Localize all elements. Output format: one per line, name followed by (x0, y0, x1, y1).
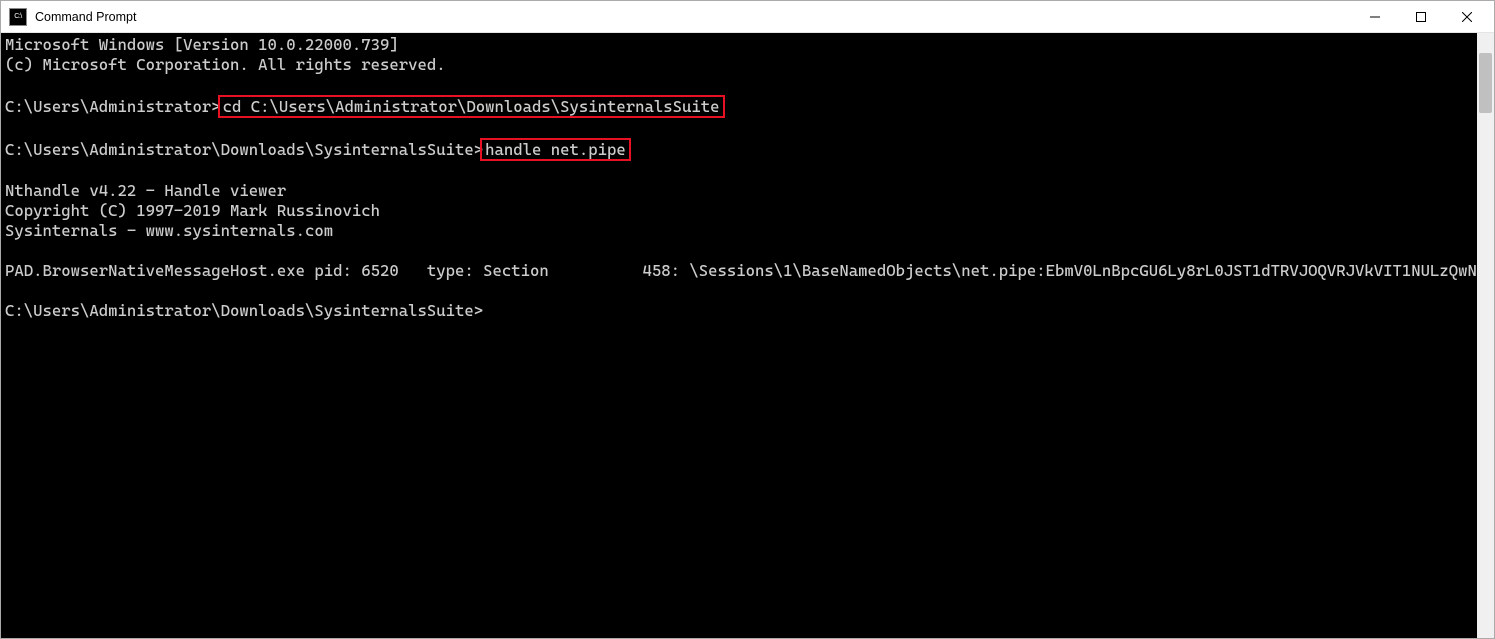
cmd-icon: C:\ (9, 8, 27, 26)
close-button[interactable] (1444, 1, 1490, 33)
maximize-button[interactable] (1398, 1, 1444, 33)
prompt-line: C:\Users\Administrator\Downloads\Sysinte… (5, 138, 1477, 161)
output-line (5, 281, 1477, 301)
prompt-path: C:\Users\Administrator\Downloads\Sysinte… (5, 140, 483, 159)
output-line: (c) Microsoft Corporation. All rights re… (5, 55, 1477, 75)
highlighted-command-handle: handle net.pipe (480, 138, 631, 161)
output-line (5, 118, 1477, 138)
highlighted-command-cd: cd C:\Users\Administrator\Downloads\Sysi… (218, 95, 725, 118)
vertical-scrollbar[interactable] (1477, 33, 1494, 638)
terminal-output[interactable]: Microsoft Windows [Version 10.0.22000.73… (1, 33, 1477, 638)
minimize-button[interactable] (1352, 1, 1398, 33)
scrollbar-thumb[interactable] (1479, 53, 1492, 113)
window-title: Command Prompt (35, 10, 1352, 24)
output-line: Copyright (C) 1997-2019 Mark Russinovich (5, 201, 1477, 221)
output-line (5, 241, 1477, 261)
cmd-icon-glyph: C:\ (14, 13, 21, 20)
prompt-line: C:\Users\Administrator\Downloads\Sysinte… (5, 301, 1477, 321)
window-controls (1352, 1, 1490, 32)
command-prompt-window: C:\ Command Prompt Microsoft Windows [Ve… (0, 0, 1495, 639)
output-line (5, 75, 1477, 95)
maximize-icon (1416, 12, 1426, 22)
titlebar[interactable]: C:\ Command Prompt (1, 1, 1494, 33)
close-icon (1462, 12, 1472, 22)
output-line: Nthandle v4.22 - Handle viewer (5, 181, 1477, 201)
prompt-line: C:\Users\Administrator>cd C:\Users\Admin… (5, 95, 1477, 118)
minimize-icon (1370, 12, 1380, 22)
content-area: Microsoft Windows [Version 10.0.22000.73… (1, 33, 1494, 638)
output-line: Microsoft Windows [Version 10.0.22000.73… (5, 35, 1477, 55)
prompt-path: C:\Users\Administrator> (5, 97, 221, 116)
output-line: PAD.BrowserNativeMessageHost.exe pid: 65… (5, 261, 1477, 281)
output-line: Sysinternals - www.sysinternals.com (5, 221, 1477, 241)
output-line (5, 161, 1477, 181)
